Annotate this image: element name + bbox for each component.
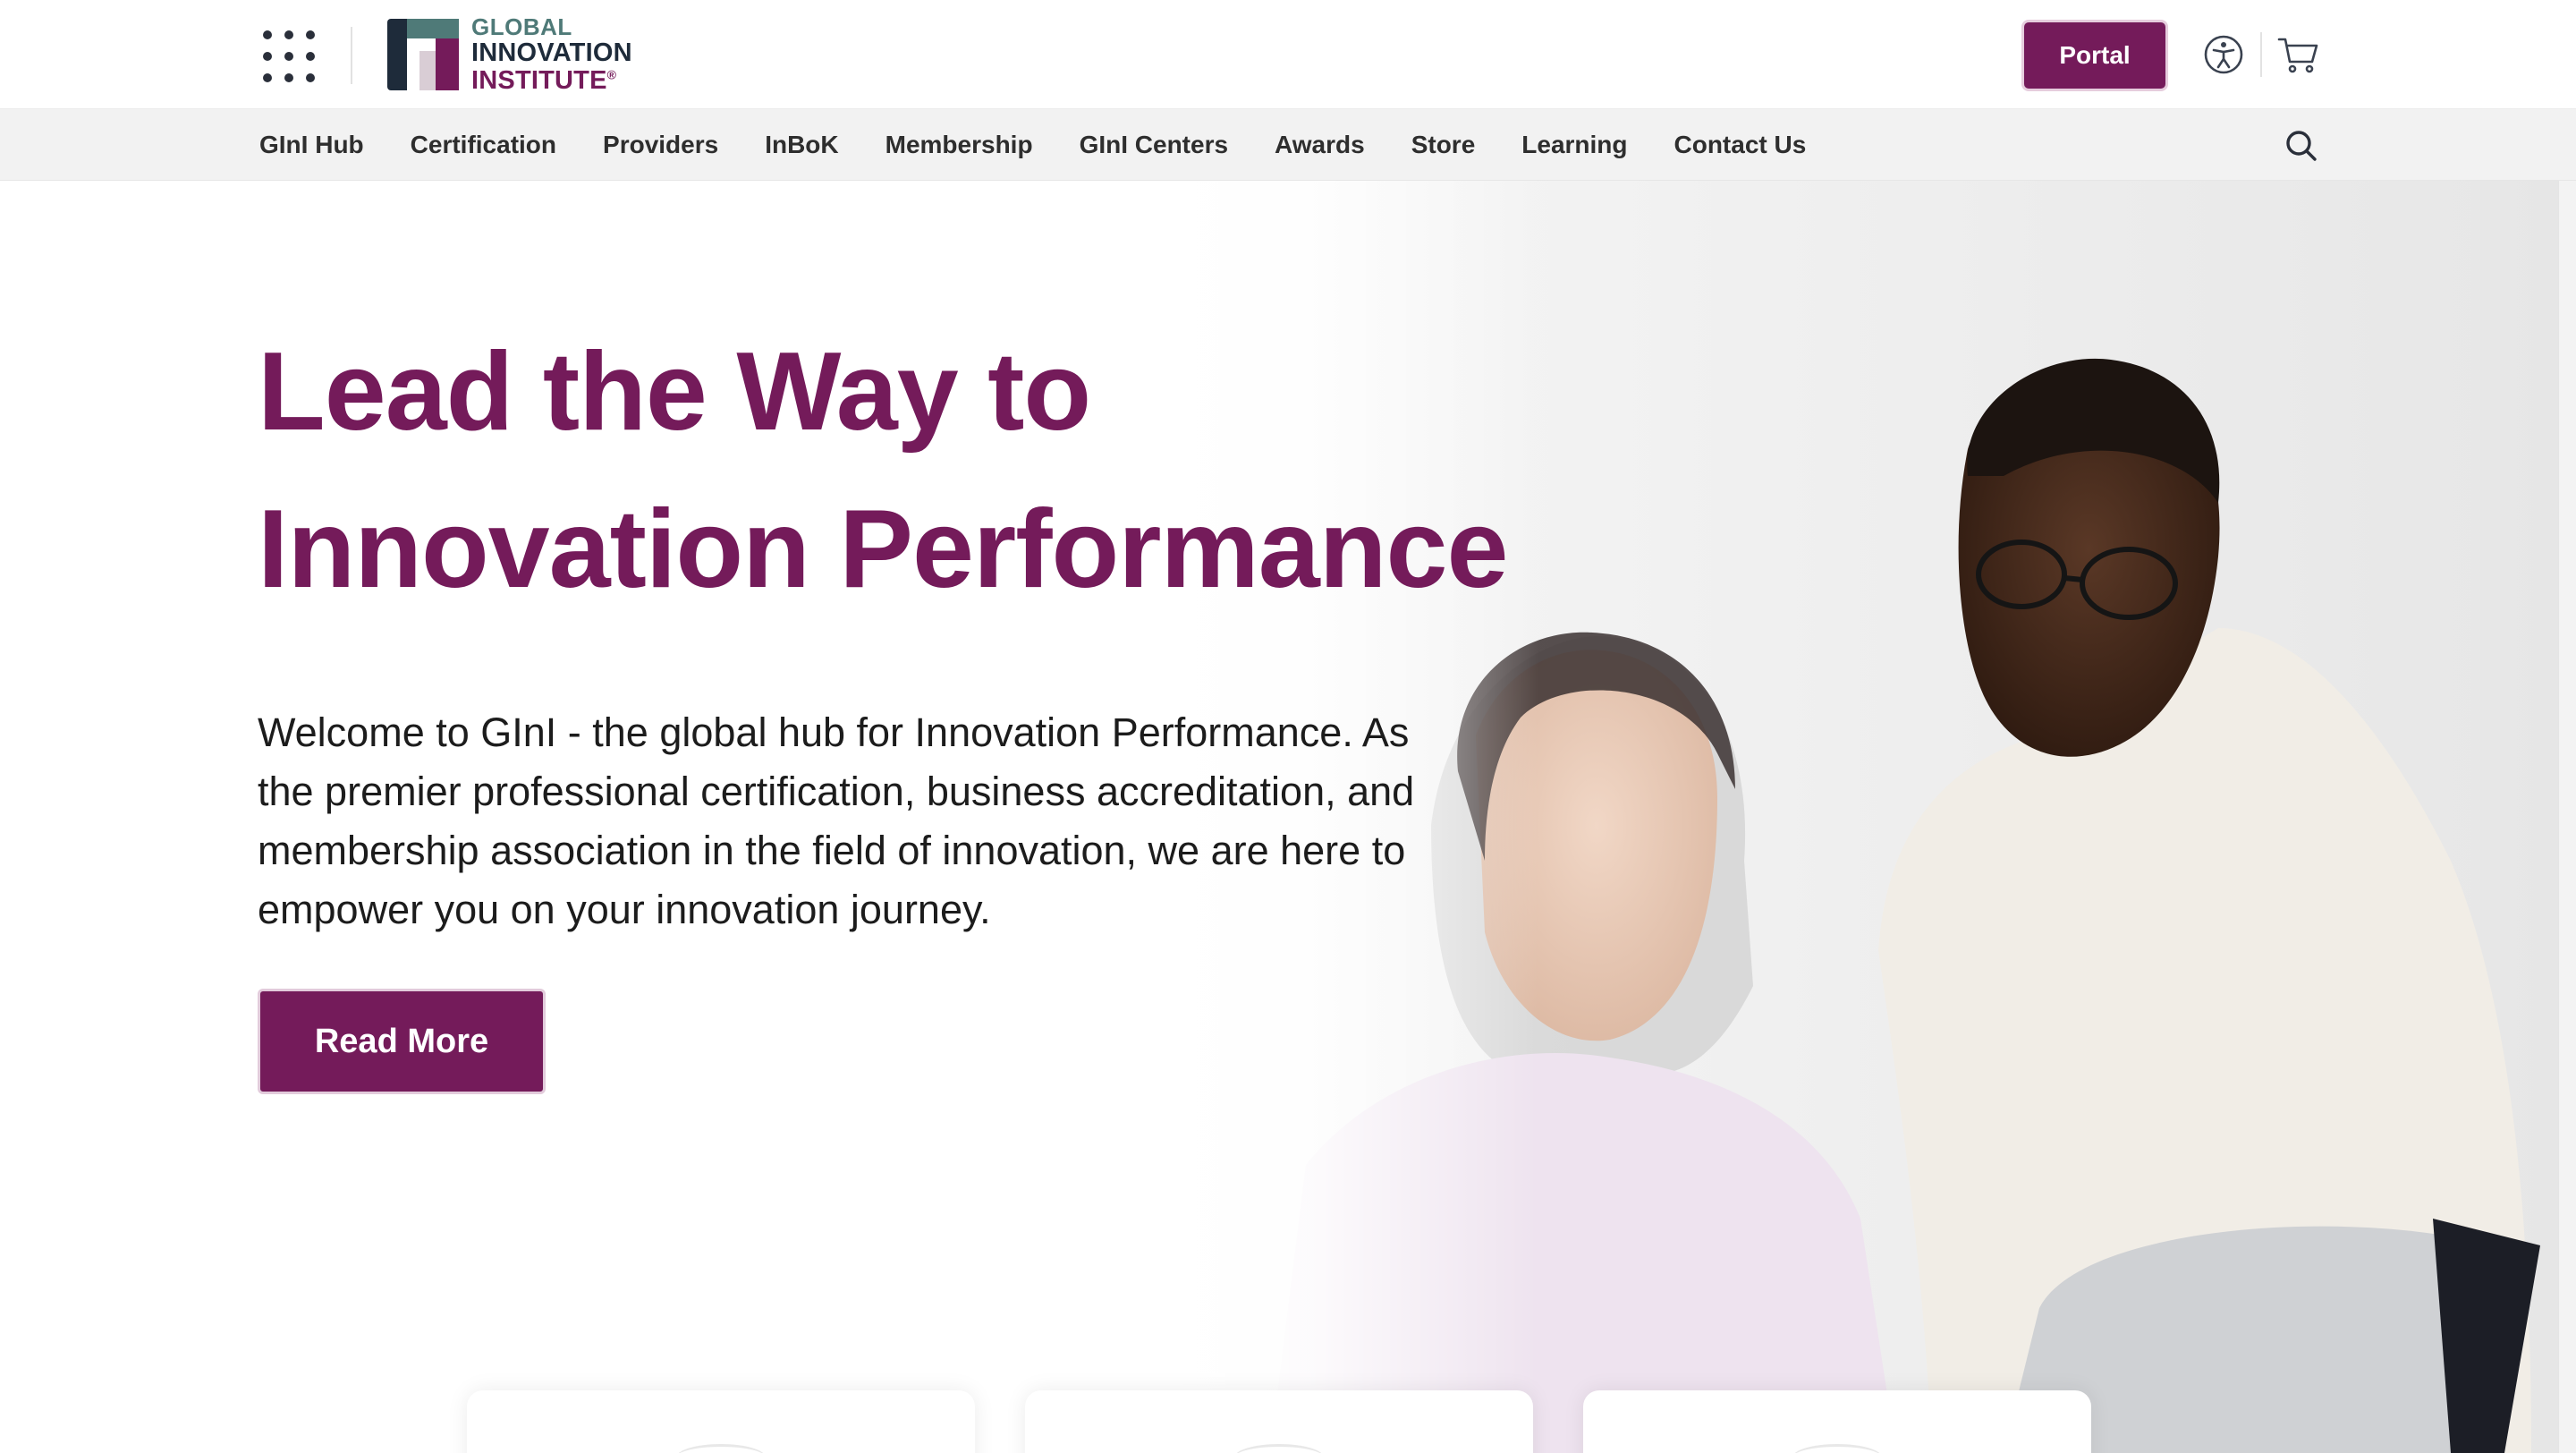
card-icon-placeholder	[676, 1444, 766, 1453]
nav-link-inbok[interactable]: InBoK	[765, 131, 838, 158]
page-scrollbar-track[interactable]	[2558, 181, 2576, 1453]
nav-item-store: Store	[1411, 131, 1476, 159]
main-nav: GInI Hub Certification Providers InBoK M…	[0, 109, 2576, 181]
feature-card[interactable]	[1583, 1390, 2091, 1453]
card-icon-placeholder	[1792, 1444, 1882, 1453]
nav-item-inbok: InBoK	[765, 131, 838, 159]
nav-link-awards[interactable]: Awards	[1275, 131, 1365, 158]
hero-title-line-2: Innovation Performance	[258, 488, 1508, 611]
shopping-cart-icon[interactable]	[2270, 27, 2326, 82]
nav-link-contact-us[interactable]: Contact Us	[1674, 131, 1807, 158]
top-header: GLOBAL INNOVATION INSTITUTE® Portal	[0, 0, 2576, 109]
portal-button[interactable]: Portal	[2021, 20, 2168, 91]
nav-item-gini-hub: GInI Hub	[259, 131, 364, 159]
hero-title: Lead the Way to Innovation Performance	[258, 313, 1599, 628]
nav-item-membership: Membership	[886, 131, 1033, 159]
nav-link-gini-centers[interactable]: GInI Centers	[1080, 131, 1228, 158]
logo-registered-mark: ®	[606, 67, 617, 82]
nav-link-learning[interactable]: Learning	[1521, 131, 1627, 158]
grid-dots-icon[interactable]	[259, 29, 315, 82]
logo-line-institute-text: INSTITUTE	[471, 66, 607, 95]
feature-card[interactable]	[1025, 1390, 1533, 1453]
search-icon[interactable]	[2279, 123, 2324, 168]
nav-item-gini-centers: GInI Centers	[1080, 131, 1228, 159]
gini-logo-mark-icon	[387, 19, 459, 90]
nav-link-certification[interactable]: Certification	[411, 131, 556, 158]
header-icon-divider	[2260, 32, 2262, 77]
nav-link-gini-hub[interactable]: GInI Hub	[259, 131, 364, 158]
nav-link-store[interactable]: Store	[1411, 131, 1476, 158]
gini-logo[interactable]: GLOBAL INNOVATION INSTITUTE®	[387, 15, 632, 94]
nav-list: GInI Hub Certification Providers InBoK M…	[259, 109, 1806, 181]
nav-item-contact-us: Contact Us	[1674, 131, 1807, 159]
logo-wordmark: GLOBAL INNOVATION INSTITUTE®	[471, 15, 632, 94]
header-divider	[351, 27, 352, 84]
logo-line-innovation: INNOVATION	[471, 38, 632, 67]
hero-title-line-1: Lead the Way to	[258, 330, 1091, 454]
logo-line-global: GLOBAL	[471, 13, 572, 40]
feature-card[interactable]	[467, 1390, 975, 1453]
nav-item-providers: Providers	[603, 131, 718, 159]
accessibility-icon[interactable]	[2196, 27, 2251, 82]
logo-line-institute: INSTITUTE®	[471, 68, 632, 94]
nav-item-learning: Learning	[1521, 131, 1627, 159]
nav-link-providers[interactable]: Providers	[603, 131, 718, 158]
nav-item-certification: Certification	[411, 131, 556, 159]
nav-item-awards: Awards	[1275, 131, 1365, 159]
nav-link-membership[interactable]: Membership	[886, 131, 1033, 158]
hero-intro-text: Welcome to GInI - the global hub for Inn…	[258, 710, 1415, 932]
card-icon-placeholder	[1234, 1444, 1324, 1453]
hero-section: Lead the Way to Innovation Performance W…	[0, 181, 2576, 1453]
read-more-button[interactable]: Read More	[258, 989, 546, 1094]
